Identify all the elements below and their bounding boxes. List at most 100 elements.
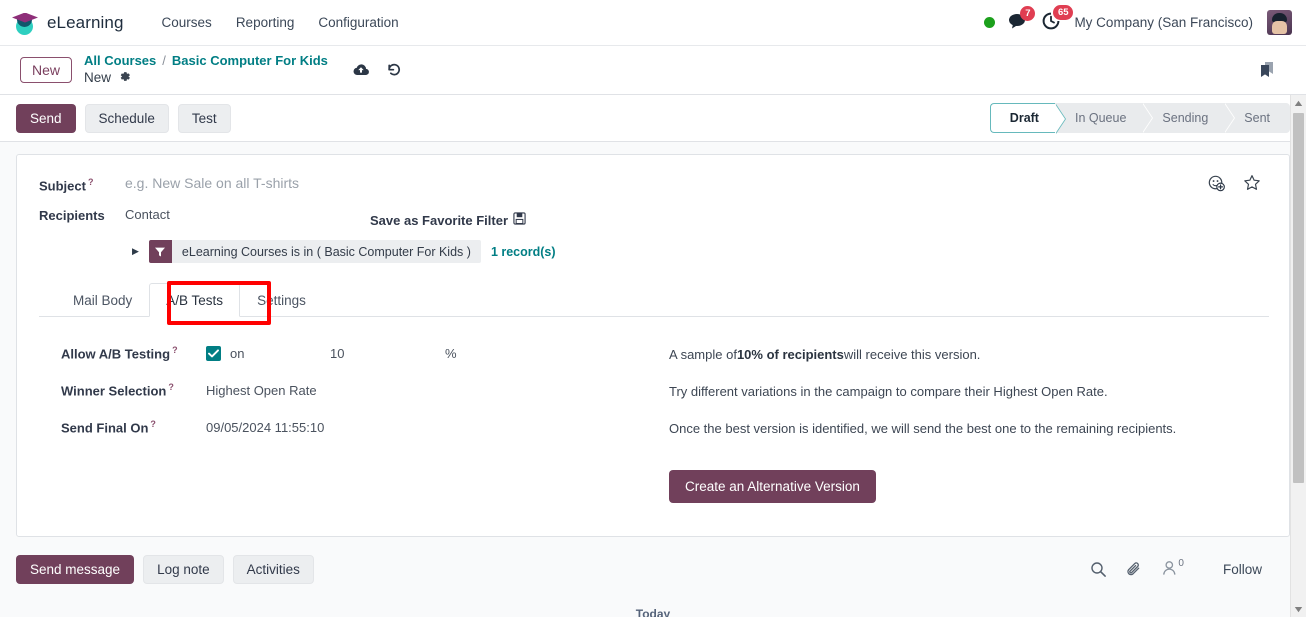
test-button[interactable]: Test — [177, 103, 231, 133]
winner-selection-label: Winner Selection? — [61, 382, 174, 399]
breadcrumb-current-label: New — [84, 70, 112, 86]
chatter-bar: Send message Log note Activities 0 Follo… — [16, 548, 1290, 590]
help-icon[interactable]: ? — [88, 177, 94, 187]
tab-ab-tests[interactable]: A/B Tests — [149, 283, 241, 317]
messages-badge: 7 — [1020, 6, 1036, 21]
caret-right-icon[interactable]: ▶ — [132, 246, 139, 257]
graduation-cap-icon — [12, 11, 38, 35]
nav-menu-reporting[interactable]: Reporting — [224, 9, 307, 36]
winner-selection-value[interactable]: Highest Open Rate — [206, 383, 317, 398]
scrollbar-thumb[interactable] — [1293, 113, 1304, 483]
schedule-button[interactable]: Schedule — [84, 103, 169, 133]
action-buttons: Send Schedule Test — [16, 103, 231, 133]
brand[interactable]: eLearning — [12, 11, 124, 35]
log-note-button[interactable]: Log note — [143, 554, 224, 584]
breadcrumb-item-all-courses[interactable]: All Courses — [84, 53, 156, 69]
allow-ab-testing-row: Allow A/B Testing? on 10 % — [61, 335, 669, 372]
subject-input[interactable] — [125, 171, 765, 195]
allow-ab-testing-value: on — [230, 346, 245, 361]
ab-sample-percent: 10% of recipients — [736, 347, 844, 362]
status-pipeline: Draft In Queue Sending Sent — [989, 103, 1290, 134]
top-navbar: eLearning Courses Reporting Configuratio… — [0, 0, 1306, 46]
control-panel: Send Schedule Test Draft In Queue Sendin… — [0, 95, 1306, 142]
filter-chip: eLearning Courses is in ( Basic Computer… — [148, 240, 481, 263]
recipients-label: Recipients — [39, 208, 105, 223]
scroll-down-arrow-icon[interactable] — [1291, 601, 1306, 617]
messages-button[interactable]: 7 — [1009, 6, 1036, 32]
recipients-value[interactable]: Contact — [125, 203, 370, 222]
cloud-save-icon[interactable] — [352, 63, 370, 77]
followers-button[interactable]: 0 — [1162, 557, 1184, 579]
create-alternative-wrap: Create an Alternative Version — [669, 470, 1176, 503]
recipients-filter-line: ▶ eLearning Courses is in ( Basic Comput… — [132, 240, 1269, 263]
ab-percentage-input[interactable]: 10 — [330, 346, 445, 361]
company-selector[interactable]: My Company (San Francisco) — [1074, 15, 1253, 30]
save-as-favorite-filter-button[interactable]: Save as Favorite Filter — [370, 203, 526, 228]
breadcrumb-actions — [352, 62, 402, 78]
send-button[interactable]: Send — [16, 103, 76, 133]
funnel-filter-icon[interactable] — [148, 240, 172, 263]
create-alternative-version-button[interactable]: Create an Alternative Version — [669, 470, 876, 503]
sheet-wrapper: Subject? e.g. New Sale on all T-shirts R… — [0, 142, 1306, 537]
ab-tests-descriptions: A sample of 10% of recipients will recei… — [669, 335, 1176, 503]
discard-undo-icon[interactable] — [386, 62, 402, 78]
help-icon[interactable]: ? — [168, 382, 174, 392]
status-stage-in-queue[interactable]: In Queue — [1054, 103, 1154, 133]
new-record-badge[interactable]: New — [20, 57, 73, 83]
allow-ab-testing-label: Allow A/B Testing? — [61, 345, 178, 362]
vertical-scrollbar[interactable] — [1290, 95, 1306, 617]
help-icon[interactable]: ? — [172, 345, 178, 355]
activities-button[interactable]: 65 — [1042, 5, 1074, 33]
subject-label: Subject? — [39, 177, 94, 194]
tab-settings[interactable]: Settings — [240, 283, 323, 317]
floppy-save-icon — [513, 212, 526, 228]
breadcrumb-current: New — [84, 70, 328, 86]
bookmark-icon[interactable] — [1256, 59, 1278, 81]
ab-tests-page: Allow A/B Testing? on 10 % Winner Select… — [39, 317, 1269, 503]
breadcrumb-separator: / — [162, 53, 166, 68]
breadcrumb: All Courses / Basic Computer For Kids Ne… — [84, 53, 328, 86]
search-icon[interactable] — [1090, 561, 1107, 578]
activities-badge: 65 — [1053, 5, 1074, 20]
notebook-tabs: Mail Body A/B Tests Settings — [39, 281, 1269, 325]
send-message-button[interactable]: Send message — [16, 554, 135, 584]
online-dot-icon — [984, 17, 996, 28]
winner-selection-row: Winner Selection? Highest Open Rate — [61, 372, 669, 409]
paperclip-icon[interactable] — [1126, 561, 1143, 578]
ab-tests-fields: Allow A/B Testing? on 10 % Winner Select… — [39, 335, 669, 503]
nav-menu-configuration[interactable]: Configuration — [306, 9, 410, 36]
gear-icon[interactable] — [118, 70, 131, 86]
activities-button[interactable]: Activities — [232, 554, 314, 584]
send-final-on-value[interactable]: 09/05/2024 11:55:10 — [206, 420, 324, 435]
subject-icons — [1208, 174, 1269, 192]
breadcrumb-bar: New All Courses / Basic Computer For Kid… — [0, 46, 1306, 95]
tab-mail-body[interactable]: Mail Body — [56, 283, 149, 317]
chatter-buttons: Send message Log note Activities — [16, 554, 314, 584]
save-filter-label: Save as Favorite Filter — [370, 212, 509, 228]
checkbox-checked-icon[interactable] — [206, 346, 221, 361]
status-stage-draft[interactable]: Draft — [989, 103, 1067, 134]
status-stage-sending[interactable]: Sending — [1142, 103, 1236, 133]
recipients-row: Recipients Contact Save as Favorite Filt… — [39, 203, 1269, 228]
nav-menu-courses[interactable]: Courses — [150, 9, 224, 36]
record-count-link[interactable]: 1 record(s) — [491, 245, 556, 259]
breadcrumb-right — [1256, 59, 1294, 81]
ab-sample-description: A sample of 10% of recipients will recei… — [669, 347, 981, 362]
followers-person-icon — [1162, 560, 1177, 579]
navbar-right: 7 65 My Company (San Francisco) — [984, 5, 1296, 35]
form-sheet: Subject? e.g. New Sale on all T-shirts R… — [16, 154, 1290, 537]
scroll-up-arrow-icon[interactable] — [1291, 95, 1306, 111]
breadcrumb-item-course[interactable]: Basic Computer For Kids — [172, 53, 328, 69]
help-icon[interactable]: ? — [150, 419, 156, 429]
avatar[interactable] — [1267, 10, 1292, 35]
followers-count: 0 — [1178, 557, 1184, 569]
form-fields: Subject? e.g. New Sale on all T-shirts R… — [17, 155, 1289, 503]
brand-name: eLearning — [47, 12, 124, 32]
filter-domain-text: eLearning Courses is in ( Basic Computer… — [171, 240, 481, 263]
chatter-right: 0 Follow — [1090, 557, 1290, 579]
add-emoji-icon[interactable] — [1208, 175, 1225, 192]
follow-button[interactable]: Follow — [1223, 562, 1262, 577]
subject-row: Subject? — [39, 171, 1269, 195]
star-icon[interactable] — [1243, 174, 1261, 192]
ab-percentage-unit: % — [445, 346, 457, 361]
